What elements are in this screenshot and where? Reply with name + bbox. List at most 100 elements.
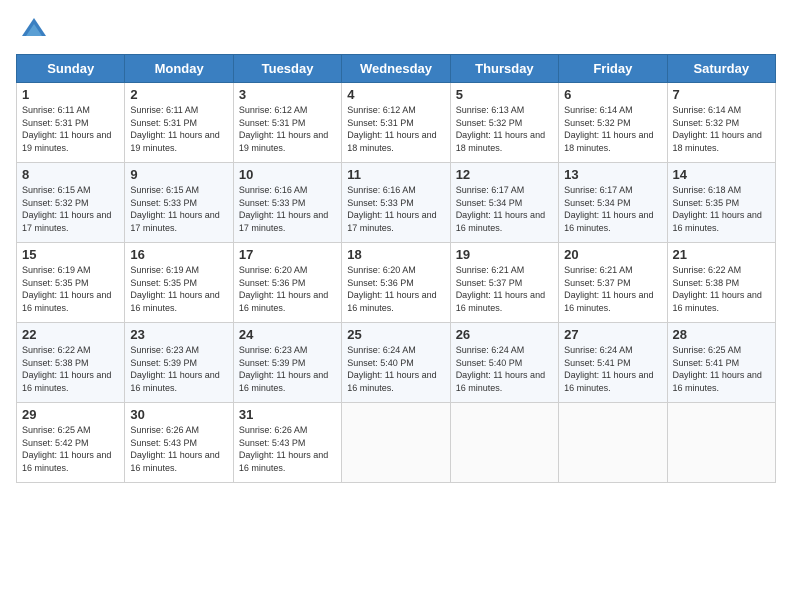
calendar-header-wednesday: Wednesday [342, 55, 450, 83]
cell-info: Sunrise: 6:25 AMSunset: 5:41 PMDaylight:… [673, 344, 770, 394]
cell-info: Sunrise: 6:12 AMSunset: 5:31 PMDaylight:… [239, 104, 336, 154]
logo [16, 16, 48, 44]
day-number: 28 [673, 327, 770, 342]
cell-info: Sunrise: 6:15 AMSunset: 5:32 PMDaylight:… [22, 184, 119, 234]
cell-info: Sunrise: 6:21 AMSunset: 5:37 PMDaylight:… [564, 264, 661, 314]
day-number: 5 [456, 87, 553, 102]
day-number: 11 [347, 167, 444, 182]
cell-info: Sunrise: 6:24 AMSunset: 5:40 PMDaylight:… [456, 344, 553, 394]
calendar-header-row: SundayMondayTuesdayWednesdayThursdayFrid… [17, 55, 776, 83]
day-number: 27 [564, 327, 661, 342]
day-number: 14 [673, 167, 770, 182]
cell-info: Sunrise: 6:17 AMSunset: 5:34 PMDaylight:… [456, 184, 553, 234]
cell-info: Sunrise: 6:16 AMSunset: 5:33 PMDaylight:… [239, 184, 336, 234]
calendar-week-4: 22 Sunrise: 6:22 AMSunset: 5:38 PMDayligh… [17, 323, 776, 403]
cell-info: Sunrise: 6:23 AMSunset: 5:39 PMDaylight:… [130, 344, 227, 394]
day-number: 22 [22, 327, 119, 342]
cell-info: Sunrise: 6:15 AMSunset: 5:33 PMDaylight:… [130, 184, 227, 234]
calendar-header-friday: Friday [559, 55, 667, 83]
day-number: 9 [130, 167, 227, 182]
calendar-cell: 6Sunrise: 6:14 AMSunset: 5:32 PMDaylight… [559, 83, 667, 163]
day-number: 12 [456, 167, 553, 182]
calendar-table: SundayMondayTuesdayWednesdayThursdayFrid… [16, 54, 776, 483]
cell-info: Sunrise: 6:20 AMSunset: 5:36 PMDaylight:… [239, 264, 336, 314]
day-number: 30 [130, 407, 227, 422]
day-number: 23 [130, 327, 227, 342]
day-number: 31 [239, 407, 336, 422]
calendar-cell: 28 Sunrise: 6:25 AMSunset: 5:41 PMDayligh… [667, 323, 775, 403]
calendar-cell: 20 Sunrise: 6:21 AMSunset: 5:37 PMDayligh… [559, 243, 667, 323]
calendar-cell: 16Sunrise: 6:19 AMSunset: 5:35 PMDayligh… [125, 243, 233, 323]
day-number: 4 [347, 87, 444, 102]
calendar-cell [450, 403, 558, 483]
calendar-cell: 23 Sunrise: 6:23 AMSunset: 5:39 PMDayligh… [125, 323, 233, 403]
calendar-cell: 2 Sunrise: 6:11 AMSunset: 5:31 PMDaylight… [125, 83, 233, 163]
cell-info: Sunrise: 6:18 AMSunset: 5:35 PMDaylight:… [673, 184, 770, 234]
day-number: 6 [564, 87, 661, 102]
day-number: 17 [239, 247, 336, 262]
calendar-cell: 4 Sunrise: 6:12 AMSunset: 5:31 PMDaylight… [342, 83, 450, 163]
day-number: 3 [239, 87, 336, 102]
calendar-cell: 1 Sunrise: 6:11 AMSunset: 5:31 PMDaylight… [17, 83, 125, 163]
cell-info: Sunrise: 6:22 AMSunset: 5:38 PMDaylight:… [22, 344, 119, 394]
calendar-cell: 5 Sunrise: 6:13 AMSunset: 5:32 PMDaylight… [450, 83, 558, 163]
day-number: 16 [130, 247, 227, 262]
cell-info: Sunrise: 6:21 AMSunset: 5:37 PMDaylight:… [456, 264, 553, 314]
calendar-cell: 21Sunrise: 6:22 AMSunset: 5:38 PMDayligh… [667, 243, 775, 323]
cell-info: Sunrise: 6:20 AMSunset: 5:36 PMDaylight:… [347, 264, 444, 314]
cell-info: Sunrise: 6:26 AMSunset: 5:43 PMDaylight:… [239, 424, 336, 474]
cell-info: Sunrise: 6:16 AMSunset: 5:33 PMDaylight:… [347, 184, 444, 234]
day-number: 18 [347, 247, 444, 262]
calendar-cell: 7 Sunrise: 6:14 AMSunset: 5:32 PMDaylight… [667, 83, 775, 163]
cell-info: Sunrise: 6:17 AMSunset: 5:34 PMDaylight:… [564, 184, 661, 234]
day-number: 2 [130, 87, 227, 102]
day-number: 19 [456, 247, 553, 262]
cell-info: Sunrise: 6:26 AMSunset: 5:43 PMDaylight:… [130, 424, 227, 474]
page-header [16, 16, 776, 44]
day-number: 8 [22, 167, 119, 182]
calendar-cell: 10 Sunrise: 6:16 AMSunset: 5:33 PMDayligh… [233, 163, 341, 243]
calendar-cell: 26Sunrise: 6:24 AMSunset: 5:40 PMDayligh… [450, 323, 558, 403]
cell-info: Sunrise: 6:11 AMSunset: 5:31 PMDaylight:… [130, 104, 227, 154]
calendar-cell: 18 Sunrise: 6:20 AMSunset: 5:36 PMDayligh… [342, 243, 450, 323]
cell-info: Sunrise: 6:24 AMSunset: 5:41 PMDaylight:… [564, 344, 661, 394]
calendar-cell: 30 Sunrise: 6:26 AMSunset: 5:43 PMDayligh… [125, 403, 233, 483]
day-number: 21 [673, 247, 770, 262]
calendar-cell: 11 Sunrise: 6:16 AMSunset: 5:33 PMDayligh… [342, 163, 450, 243]
day-number: 1 [22, 87, 119, 102]
cell-info: Sunrise: 6:13 AMSunset: 5:32 PMDaylight:… [456, 104, 553, 154]
calendar-cell: 12 Sunrise: 6:17 AMSunset: 5:34 PMDayligh… [450, 163, 558, 243]
day-number: 20 [564, 247, 661, 262]
calendar-cell: 27 Sunrise: 6:24 AMSunset: 5:41 PMDayligh… [559, 323, 667, 403]
day-number: 29 [22, 407, 119, 422]
day-number: 24 [239, 327, 336, 342]
day-number: 10 [239, 167, 336, 182]
calendar-header-tuesday: Tuesday [233, 55, 341, 83]
calendar-cell: 31 Sunrise: 6:26 AMSunset: 5:43 PMDayligh… [233, 403, 341, 483]
cell-info: Sunrise: 6:23 AMSunset: 5:39 PMDaylight:… [239, 344, 336, 394]
day-number: 25 [347, 327, 444, 342]
calendar-header-monday: Monday [125, 55, 233, 83]
logo-icon [20, 16, 48, 44]
day-number: 7 [673, 87, 770, 102]
cell-info: Sunrise: 6:11 AMSunset: 5:31 PMDaylight:… [22, 104, 119, 154]
calendar-cell: 17 Sunrise: 6:20 AMSunset: 5:36 PMDayligh… [233, 243, 341, 323]
calendar-cell: 15 Sunrise: 6:19 AMSunset: 5:35 PMDayligh… [17, 243, 125, 323]
cell-info: Sunrise: 6:14 AMSunset: 5:32 PMDaylight:… [673, 104, 770, 154]
calendar-week-5: 29 Sunrise: 6:25 AMSunset: 5:42 PMDayligh… [17, 403, 776, 483]
calendar-cell [667, 403, 775, 483]
cell-info: Sunrise: 6:25 AMSunset: 5:42 PMDaylight:… [22, 424, 119, 474]
cell-info: Sunrise: 6:19 AMSunset: 5:35 PMDaylight:… [22, 264, 119, 314]
calendar-cell: 24 Sunrise: 6:23 AMSunset: 5:39 PMDayligh… [233, 323, 341, 403]
cell-info: Sunrise: 6:12 AMSunset: 5:31 PMDaylight:… [347, 104, 444, 154]
calendar-cell: 9 Sunrise: 6:15 AMSunset: 5:33 PMDaylight… [125, 163, 233, 243]
calendar-cell: 29 Sunrise: 6:25 AMSunset: 5:42 PMDayligh… [17, 403, 125, 483]
calendar-cell: 22 Sunrise: 6:22 AMSunset: 5:38 PMDayligh… [17, 323, 125, 403]
calendar-cell [342, 403, 450, 483]
day-number: 13 [564, 167, 661, 182]
calendar-cell: 19 Sunrise: 6:21 AMSunset: 5:37 PMDayligh… [450, 243, 558, 323]
day-number: 15 [22, 247, 119, 262]
calendar-cell [559, 403, 667, 483]
calendar-cell: 8 Sunrise: 6:15 AMSunset: 5:32 PMDaylight… [17, 163, 125, 243]
calendar-header-saturday: Saturday [667, 55, 775, 83]
